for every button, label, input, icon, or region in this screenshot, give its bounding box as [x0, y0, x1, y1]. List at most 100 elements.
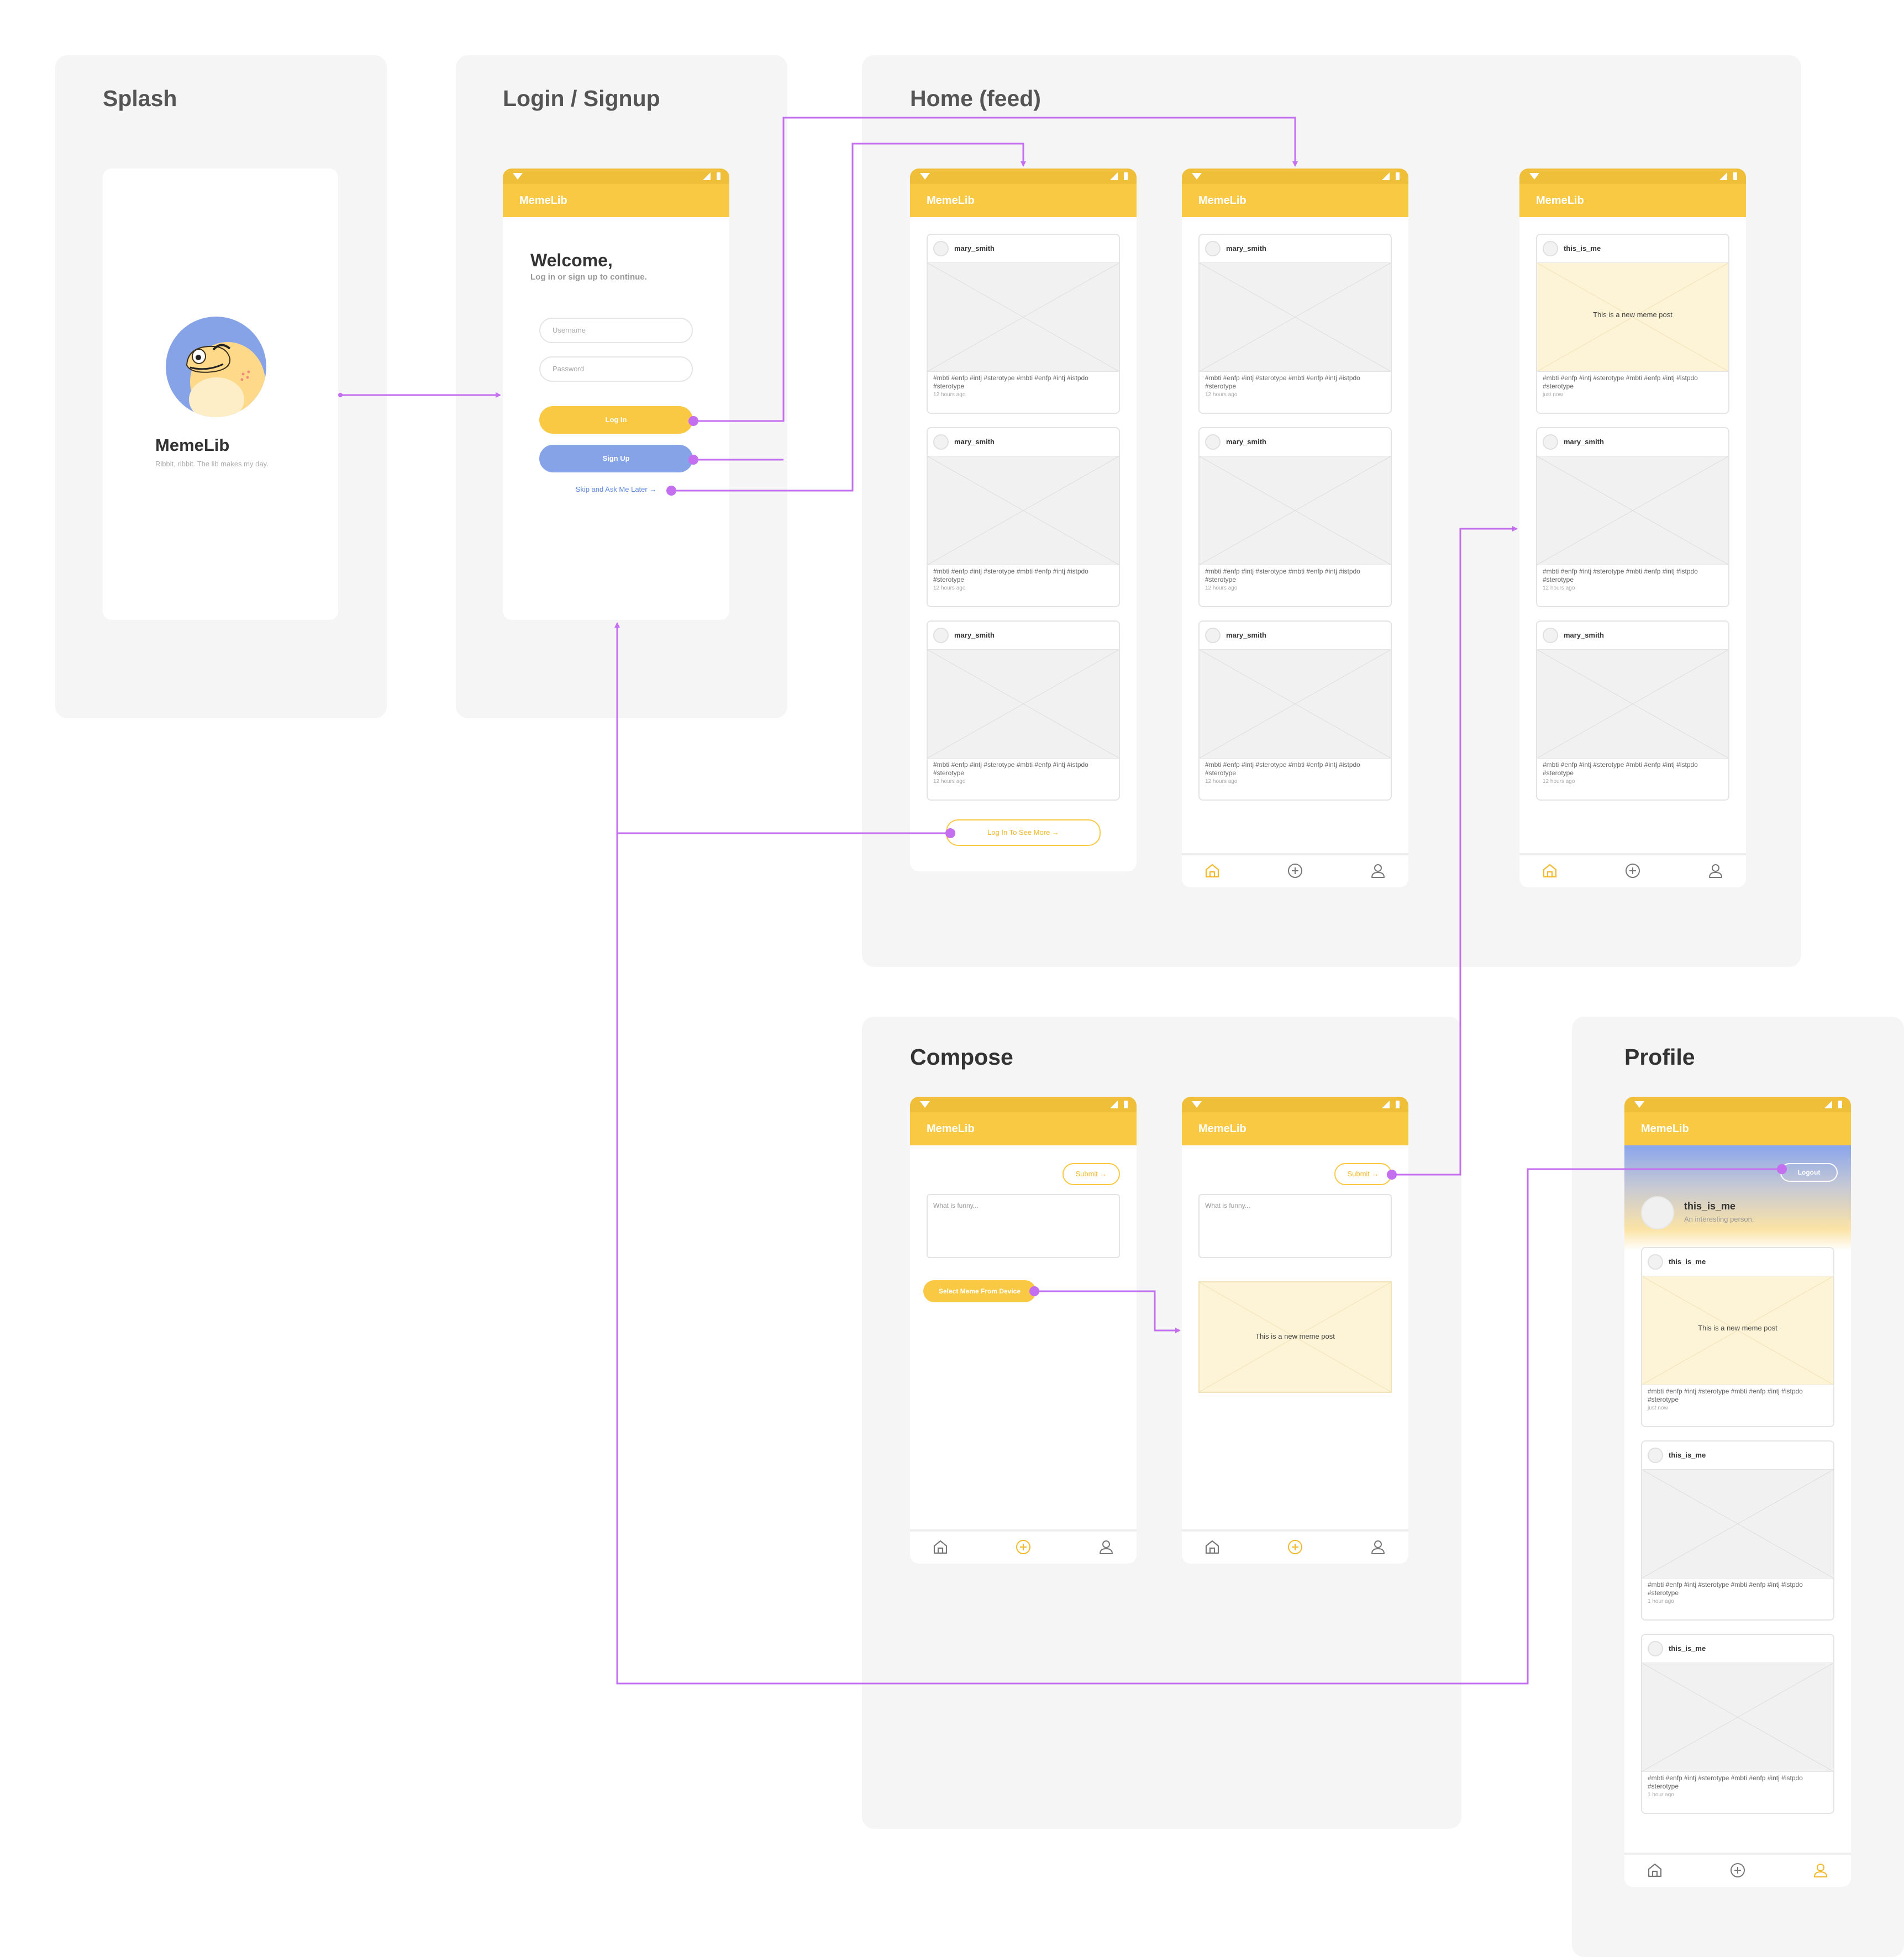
add-post-icon[interactable] — [1624, 862, 1641, 879]
profile-icon[interactable] — [1707, 862, 1724, 879]
post-card: this_is_me #mbti #enfp #intj #sterotype … — [1641, 1440, 1834, 1621]
add-post-icon[interactable] — [1287, 862, 1303, 879]
signal-icon — [1110, 172, 1118, 180]
post-card: mary_smith #mbti #enfp #intj #sterotype … — [1198, 234, 1392, 414]
post-time: 1 hour ago — [1648, 1598, 1674, 1604]
avatar[interactable] — [1543, 628, 1558, 643]
post-image-placeholder[interactable] — [1642, 1663, 1833, 1772]
post-username[interactable]: mary_smith — [954, 631, 995, 639]
post-tags: #mbti #enfp #intj #sterotype #mbti #enfp… — [1543, 374, 1698, 390]
add-post-icon[interactable] — [1015, 1539, 1032, 1555]
post-username[interactable]: mary_smith — [1226, 244, 1266, 252]
add-post-icon[interactable] — [1729, 1862, 1746, 1879]
avatar[interactable] — [933, 628, 949, 643]
battery-icon — [1838, 1101, 1842, 1108]
profile-avatar[interactable] — [1641, 1196, 1674, 1229]
compose-screen: MemeLib Submit → What is funny... Select… — [910, 1097, 1137, 1564]
post-card: mary_smith #mbti #enfp #intj #sterotype … — [1536, 427, 1729, 607]
post-image-new[interactable]: This is a new meme post — [1537, 263, 1728, 372]
post-image-placeholder[interactable] — [1200, 456, 1391, 565]
wifi-icon — [1192, 1101, 1202, 1108]
signup-button[interactable]: Sign Up — [539, 445, 693, 472]
post-time: 12 hours ago — [933, 392, 966, 398]
avatar[interactable] — [1205, 628, 1221, 643]
post-username[interactable]: this_is_me — [1564, 244, 1601, 252]
home-icon[interactable] — [1204, 1539, 1221, 1555]
post-username[interactable]: mary_smith — [1564, 631, 1604, 639]
home-icon[interactable] — [1542, 862, 1558, 879]
post-time: 1 hour ago — [1648, 1792, 1674, 1798]
submit-button[interactable]: Submit → — [1334, 1163, 1392, 1185]
post-image-placeholder[interactable] — [928, 263, 1119, 372]
signal-icon — [1382, 172, 1390, 180]
post-username[interactable]: this_is_me — [1669, 1258, 1706, 1266]
post-tags: #mbti #enfp #intj #sterotype #mbti #enfp… — [1648, 1387, 1803, 1403]
post-image-placeholder[interactable] — [928, 650, 1119, 759]
avatar[interactable] — [933, 434, 949, 450]
wifi-icon — [1192, 173, 1202, 180]
username-field[interactable]: Username — [539, 318, 693, 343]
bottom-nav — [1624, 1853, 1851, 1887]
caption-input[interactable]: What is funny... — [927, 1194, 1120, 1258]
post-username[interactable]: mary_smith — [1564, 438, 1604, 446]
logout-button[interactable]: Logout — [1780, 1163, 1838, 1182]
post-tags: #mbti #enfp #intj #sterotype #mbti #enfp… — [1648, 1581, 1803, 1597]
password-field[interactable]: Password — [539, 356, 693, 382]
battery-icon — [1396, 172, 1400, 180]
status-bar — [503, 169, 729, 184]
wifi-icon — [920, 173, 930, 180]
status-bar — [1182, 1097, 1408, 1112]
post-image-new[interactable]: This is a new meme post — [1642, 1276, 1833, 1385]
welcome-heading: Welcome, — [530, 250, 613, 270]
home-icon[interactable] — [1647, 1862, 1663, 1879]
home-icon[interactable] — [1204, 862, 1221, 879]
battery-icon — [1124, 172, 1128, 180]
post-image-placeholder[interactable] — [928, 456, 1119, 565]
profile-icon[interactable] — [1098, 1539, 1114, 1555]
post-username[interactable]: mary_smith — [1226, 438, 1266, 446]
caption-input[interactable]: What is funny... — [1198, 1194, 1392, 1258]
avatar[interactable] — [1648, 1448, 1663, 1463]
post-username[interactable]: mary_smith — [954, 438, 995, 446]
post-image-placeholder[interactable] — [1642, 1470, 1833, 1579]
post-username[interactable]: mary_smith — [954, 244, 995, 252]
post-image-placeholder[interactable] — [1537, 456, 1728, 565]
skip-link[interactable]: Skip and Ask Me Later → — [503, 485, 729, 493]
profile-icon[interactable] — [1812, 1862, 1829, 1879]
selected-meme-preview[interactable]: This is a new meme post — [1198, 1281, 1392, 1393]
avatar[interactable] — [933, 241, 949, 256]
avatar[interactable] — [1205, 241, 1221, 256]
post-username[interactable]: this_is_me — [1669, 1644, 1706, 1653]
avatar[interactable] — [1543, 434, 1558, 450]
avatar[interactable] — [1648, 1254, 1663, 1270]
post-card: mary_smith #mbti #enfp #intj #sterotype … — [1536, 620, 1729, 801]
submit-button[interactable]: Submit → — [1063, 1163, 1120, 1185]
post-username[interactable]: mary_smith — [1226, 631, 1266, 639]
post-image-placeholder[interactable] — [1200, 263, 1391, 372]
signal-icon — [1719, 172, 1727, 180]
home-icon[interactable] — [932, 1539, 949, 1555]
add-post-icon[interactable] — [1287, 1539, 1303, 1555]
profile-bio: An interesting person. — [1684, 1215, 1754, 1223]
login-screen: MemeLib Welcome, Log in or sign up to co… — [503, 169, 729, 620]
see-more-button[interactable]: Log In To See More → — [946, 819, 1101, 846]
post-card: mary_smith #mbti #enfp #intj #sterotype … — [927, 620, 1120, 801]
battery-icon — [717, 172, 720, 180]
post-username[interactable]: this_is_me — [1669, 1451, 1706, 1459]
profile-icon[interactable] — [1370, 1539, 1386, 1555]
post-card: this_is_me #mbti #enfp #intj #sterotype … — [1641, 1634, 1834, 1814]
post-header: this_is_me — [1642, 1248, 1833, 1276]
avatar[interactable] — [1205, 434, 1221, 450]
home-feed-guest-screen: MemeLib mary_smith #mbti #enfp #intj #st… — [910, 169, 1137, 871]
post-header: mary_smith — [1200, 235, 1391, 263]
status-bar — [910, 1097, 1137, 1112]
post-image-placeholder[interactable] — [1537, 650, 1728, 759]
select-meme-button[interactable]: Select Meme From Device — [923, 1280, 1036, 1302]
profile-icon[interactable] — [1370, 862, 1386, 879]
status-bar — [1182, 169, 1408, 184]
login-button[interactable]: Log In — [539, 406, 693, 434]
bottom-nav — [1182, 853, 1408, 887]
avatar[interactable] — [1648, 1641, 1663, 1656]
post-image-placeholder[interactable] — [1200, 650, 1391, 759]
avatar[interactable] — [1543, 241, 1558, 256]
